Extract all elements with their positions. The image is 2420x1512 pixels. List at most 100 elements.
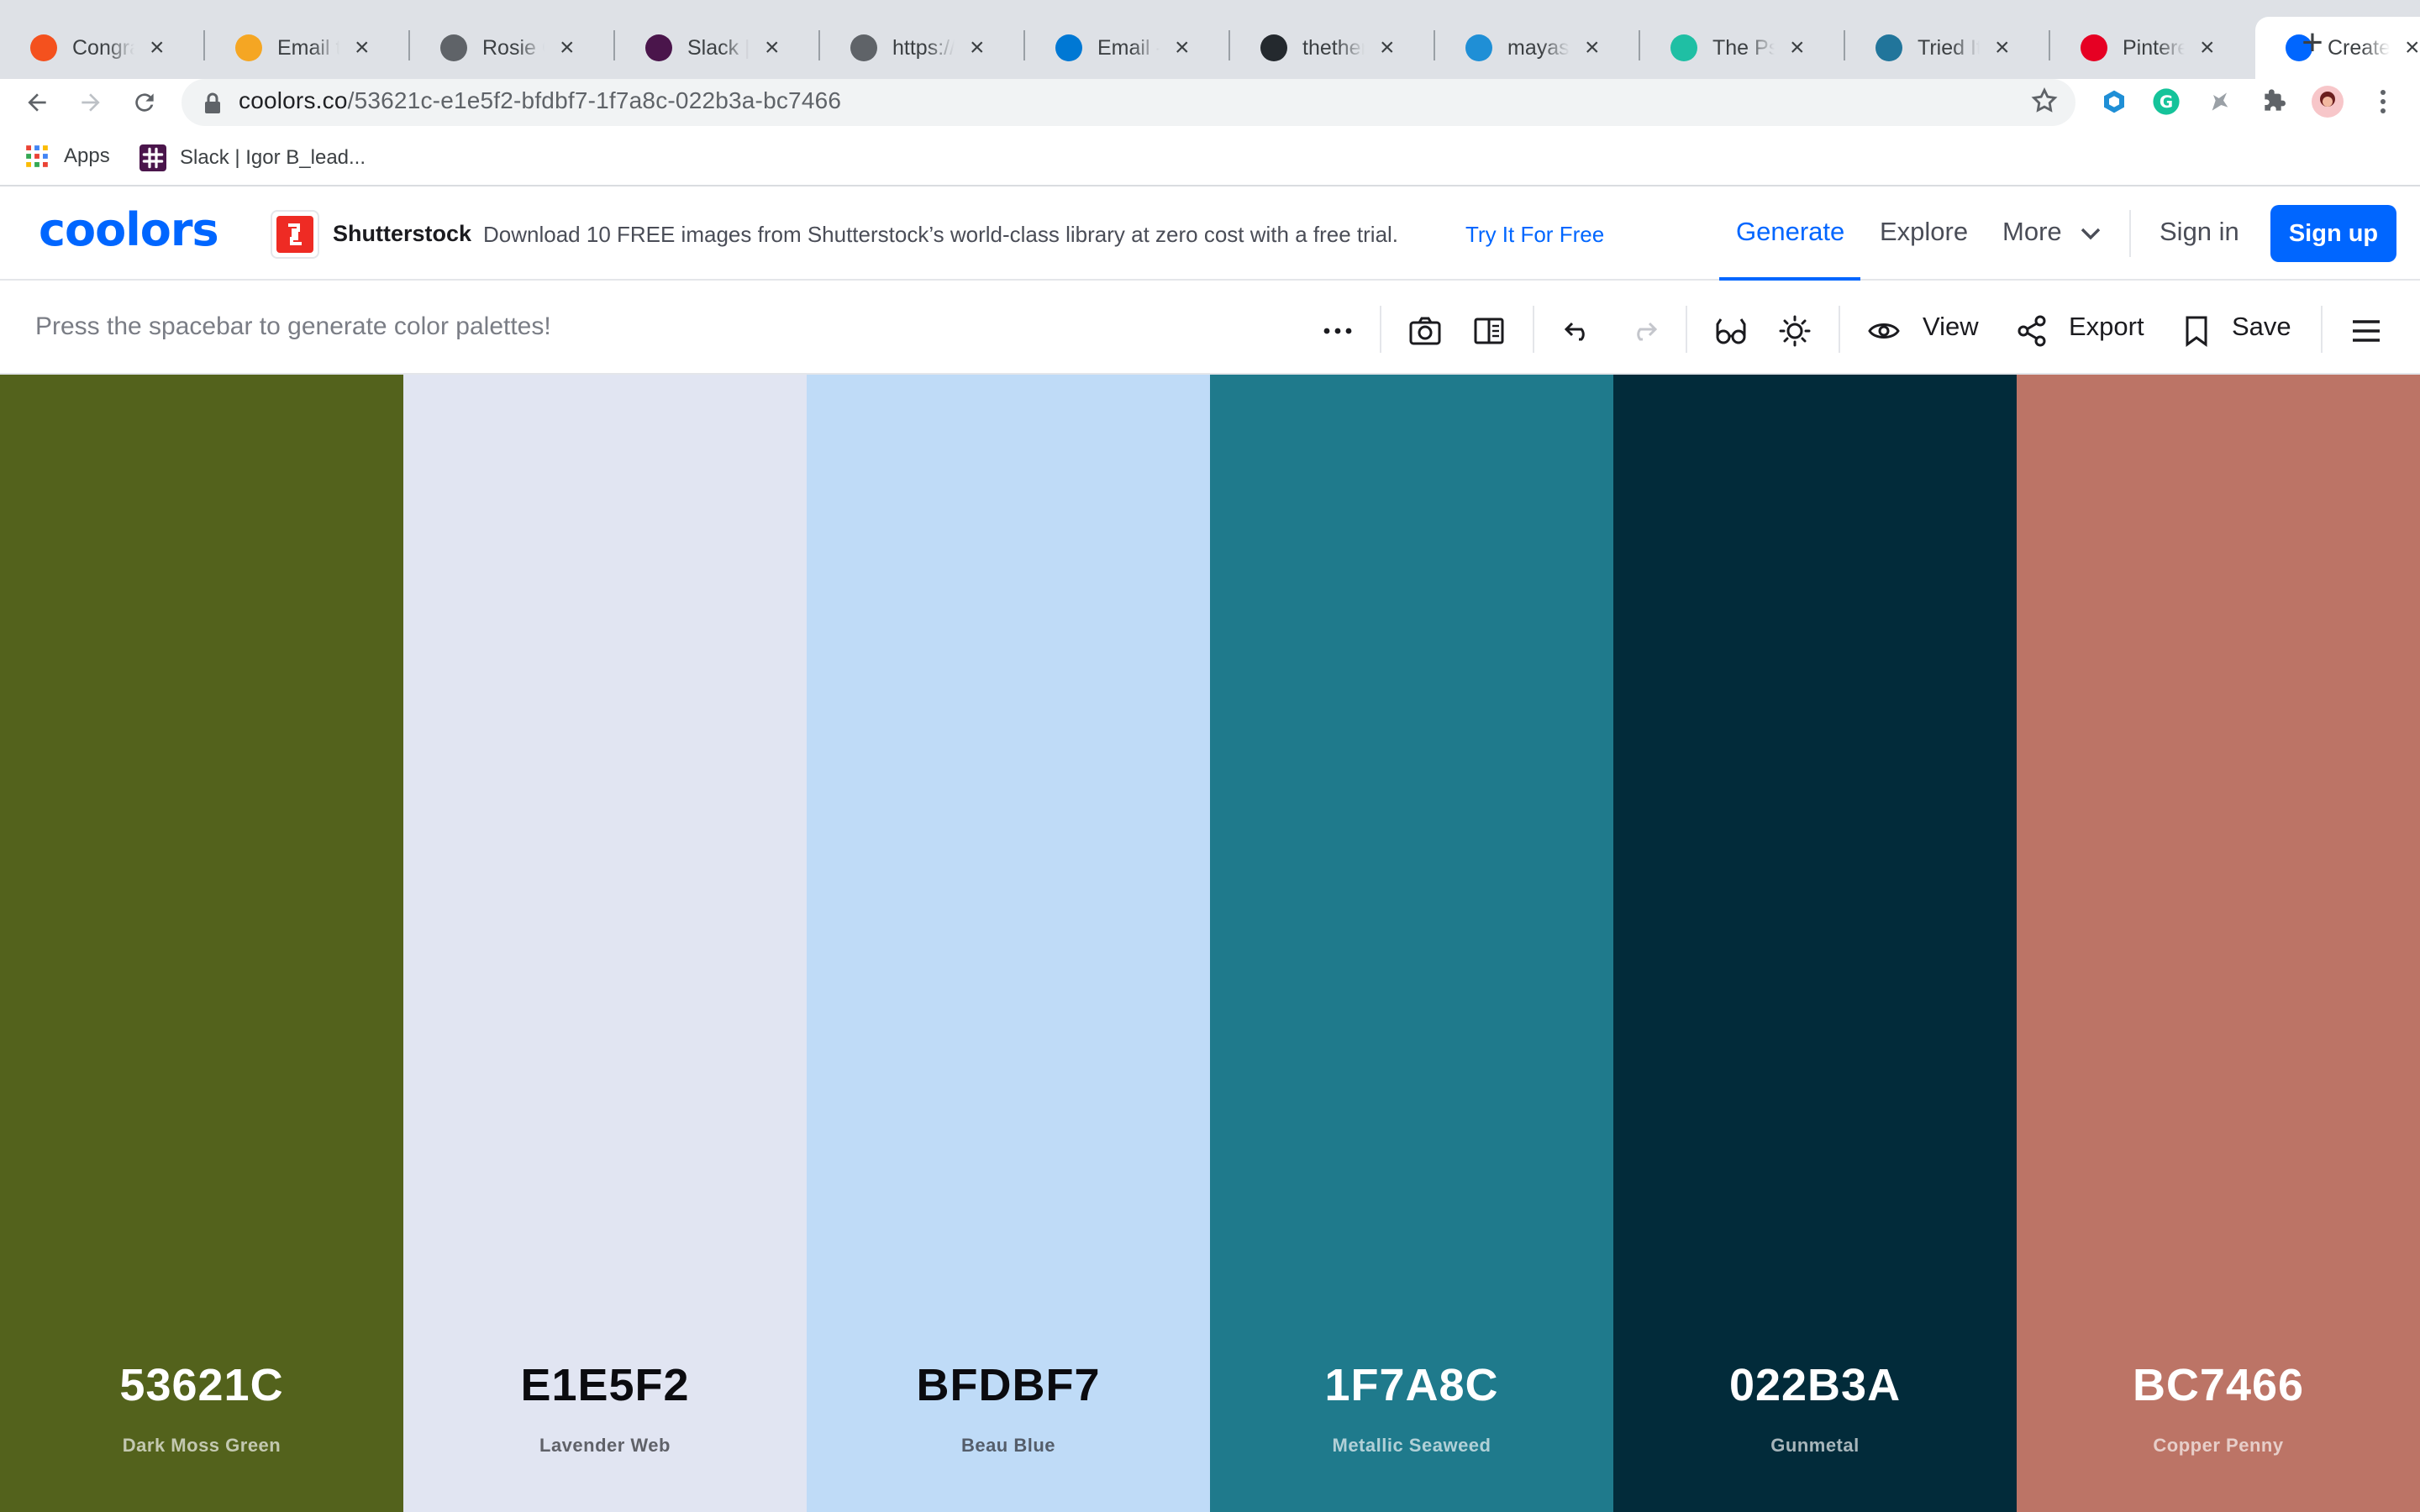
browser-tab[interactable]: The Psych × [1640,17,1845,79]
color-swatch[interactable]: E1E5F2 Lavender Web [403,375,807,1512]
brightness-button[interactable] [1775,311,1815,351]
profile-avatar[interactable] [2309,83,2346,120]
github-icon [1260,34,1287,61]
apps-grid-icon [26,145,48,167]
swatch-hex-code[interactable]: BC7466 [2017,1359,2420,1411]
reload-button[interactable] [124,82,165,123]
close-icon[interactable]: × [765,35,780,60]
browser-menu-kebab-icon[interactable] [2365,83,2402,120]
split-view-icon [1474,318,1504,344]
swatch-hex-code[interactable]: 022B3A [1613,1359,2017,1411]
sign-in-link[interactable]: Sign in [2160,217,2239,247]
slack-icon [139,144,166,171]
view-label[interactable]: View [1923,312,1979,342]
reload-icon [135,93,154,112]
more-options-button[interactable] [1318,311,1358,351]
shutterstock-logo[interactable] [271,210,319,259]
close-icon[interactable]: × [1790,35,1805,60]
browser-tab[interactable]: Tried It F × [1845,17,2050,79]
bookmark-icon [2186,316,2207,347]
toolbar-divider [2321,306,2323,353]
browser-tab[interactable]: Pinterest × [2050,17,2255,79]
hamburger-icon [2353,320,2380,342]
address-url[interactable]: coolors.co/53621c-e1e5f2-bfdbf7-1f7a8c-0… [239,87,841,114]
redo-button[interactable] [1623,311,1664,351]
nav-more[interactable]: More [2002,217,2062,247]
browser-tab[interactable]: Email - M × [1025,17,1230,79]
sign-up-button[interactable]: Sign up [2270,205,2396,262]
close-icon[interactable]: × [1995,35,2010,60]
browser-tab[interactable]: thetherapy × [1230,17,1435,79]
ad-cta-link[interactable]: Try It For Free [1465,222,1604,248]
browser-tab[interactable]: Congratulations × [0,17,205,79]
chevron-down-icon[interactable] [2079,225,2102,242]
z-circle-icon [1670,34,1697,61]
extensions-puzzle-icon[interactable] [2255,83,2292,120]
extension-hexagon-icon[interactable] [2096,83,2133,120]
color-palette: 53621C Dark Moss Green E1E5F2 Lavender Web B… [0,375,2420,1512]
color-swatch[interactable]: 53621C Dark Moss Green [0,375,403,1512]
bookmark-apps[interactable]: Apps [25,144,110,168]
pinterest-icon [2081,34,2107,61]
swatch-color-name[interactable]: Gunmetal [1613,1435,2017,1457]
swatch-color-name[interactable]: Beau Blue [807,1435,1210,1457]
browser-tab[interactable]: Create a × [2255,17,2420,79]
wordpress-icon [1876,34,1902,61]
close-icon[interactable]: × [2200,35,2215,60]
bookmark-slack[interactable]: Slack | Igor B_lead... [139,144,366,171]
swatch-color-name[interactable]: Copper Penny [2017,1435,2420,1457]
close-icon[interactable]: × [1585,35,1600,60]
undo-button[interactable] [1558,311,1598,351]
close-icon[interactable]: × [355,35,370,60]
slack-icon [645,34,672,61]
forward-button[interactable] [71,82,111,123]
browser-tab[interactable]: mayasaf × [1435,17,1640,79]
bookmark-star-icon[interactable] [2030,87,2059,115]
nav-generate[interactable]: Generate [1736,217,1844,247]
browser-tab[interactable]: Rosie Odessa × [410,17,615,79]
split-view-button[interactable] [1469,311,1509,351]
camera-button[interactable] [1405,311,1445,351]
close-icon[interactable]: × [1380,35,1395,60]
close-icon[interactable]: × [970,35,985,60]
globe-icon [850,34,877,61]
color-swatch[interactable]: 022B3A Gunmetal [1613,375,2017,1512]
browser-tab[interactable]: Email templates × [205,17,410,79]
grammarly-icon[interactable]: G [2148,83,2185,120]
hamburger-menu-button[interactable] [2346,311,2386,351]
browser-tab[interactable]: https://m × [820,17,1025,79]
swatch-hex-code[interactable]: 53621C [0,1359,403,1411]
swatch-color-name[interactable]: Dark Moss Green [0,1435,403,1457]
close-icon[interactable]: × [150,35,165,60]
color-swatch[interactable]: 1F7A8C Metallic Seaweed [1210,375,1613,1512]
color-swatch[interactable]: BFDBF7 Beau Blue [807,375,1210,1512]
swatch-hex-code[interactable]: E1E5F2 [403,1359,807,1411]
nav-explore[interactable]: Explore [1880,217,1968,247]
extension-unicorn-icon[interactable] [2202,83,2238,120]
orange-ring-icon [30,34,57,61]
color-swatch[interactable]: BC7466 Copper Penny [2017,375,2420,1512]
swatch-color-name[interactable]: Lavender Web [403,1435,807,1457]
save-label[interactable]: Save [2232,312,2291,342]
swatch-hex-code[interactable]: 1F7A8C [1210,1359,1613,1411]
close-icon[interactable]: × [1175,35,1190,60]
outlook-icon [1055,34,1082,61]
back-button[interactable] [17,82,57,123]
close-icon[interactable]: × [560,35,575,60]
close-icon[interactable]: × [2405,35,2420,60]
color-blindness-button[interactable] [1711,311,1751,351]
coolors-logo[interactable]: coolors [39,203,219,256]
globe-icon [440,34,467,61]
save-button[interactable] [2176,311,2217,351]
swatch-hex-code[interactable]: BFDBF7 [807,1359,1210,1411]
swatch-color-name[interactable]: Metallic Seaweed [1210,1435,1613,1457]
browser-tab[interactable]: Slack | * × [615,17,820,79]
spacebar-hint: Press the spacebar to generate color pal… [35,312,551,340]
new-tab-button[interactable]: + [2292,20,2333,66]
tab-title: Rosie Odessa [482,35,544,60]
export-button[interactable] [2012,311,2052,351]
ad-brand[interactable]: Shutterstock [333,221,471,247]
glasses-icon [1716,318,1746,344]
export-label[interactable]: Export [2069,312,2144,342]
view-button[interactable] [1864,311,1904,351]
